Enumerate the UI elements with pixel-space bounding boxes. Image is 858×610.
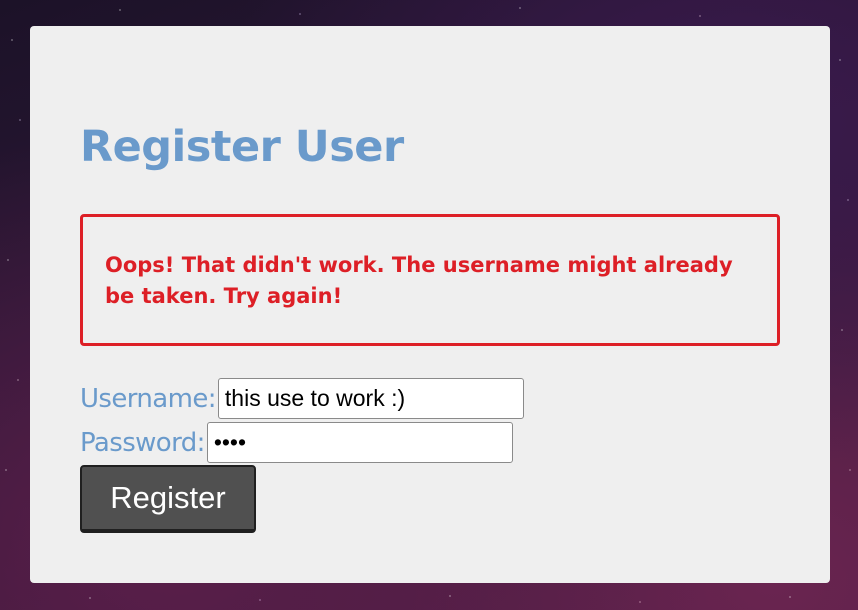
password-label: Password: [80,427,205,458]
password-row: Password: [80,422,513,463]
page-title: Register User [80,122,404,172]
password-input[interactable] [206,422,513,463]
error-alert: Oops! That didn't work. The username mig… [80,214,780,346]
username-input[interactable] [217,378,524,419]
register-button[interactable]: Register [80,465,256,533]
error-message: Oops! That didn't work. The username mig… [105,253,733,308]
username-label: Username: [80,383,217,414]
username-row: Username: [80,378,524,419]
register-panel: Register User Oops! That didn't work. Th… [30,26,830,583]
